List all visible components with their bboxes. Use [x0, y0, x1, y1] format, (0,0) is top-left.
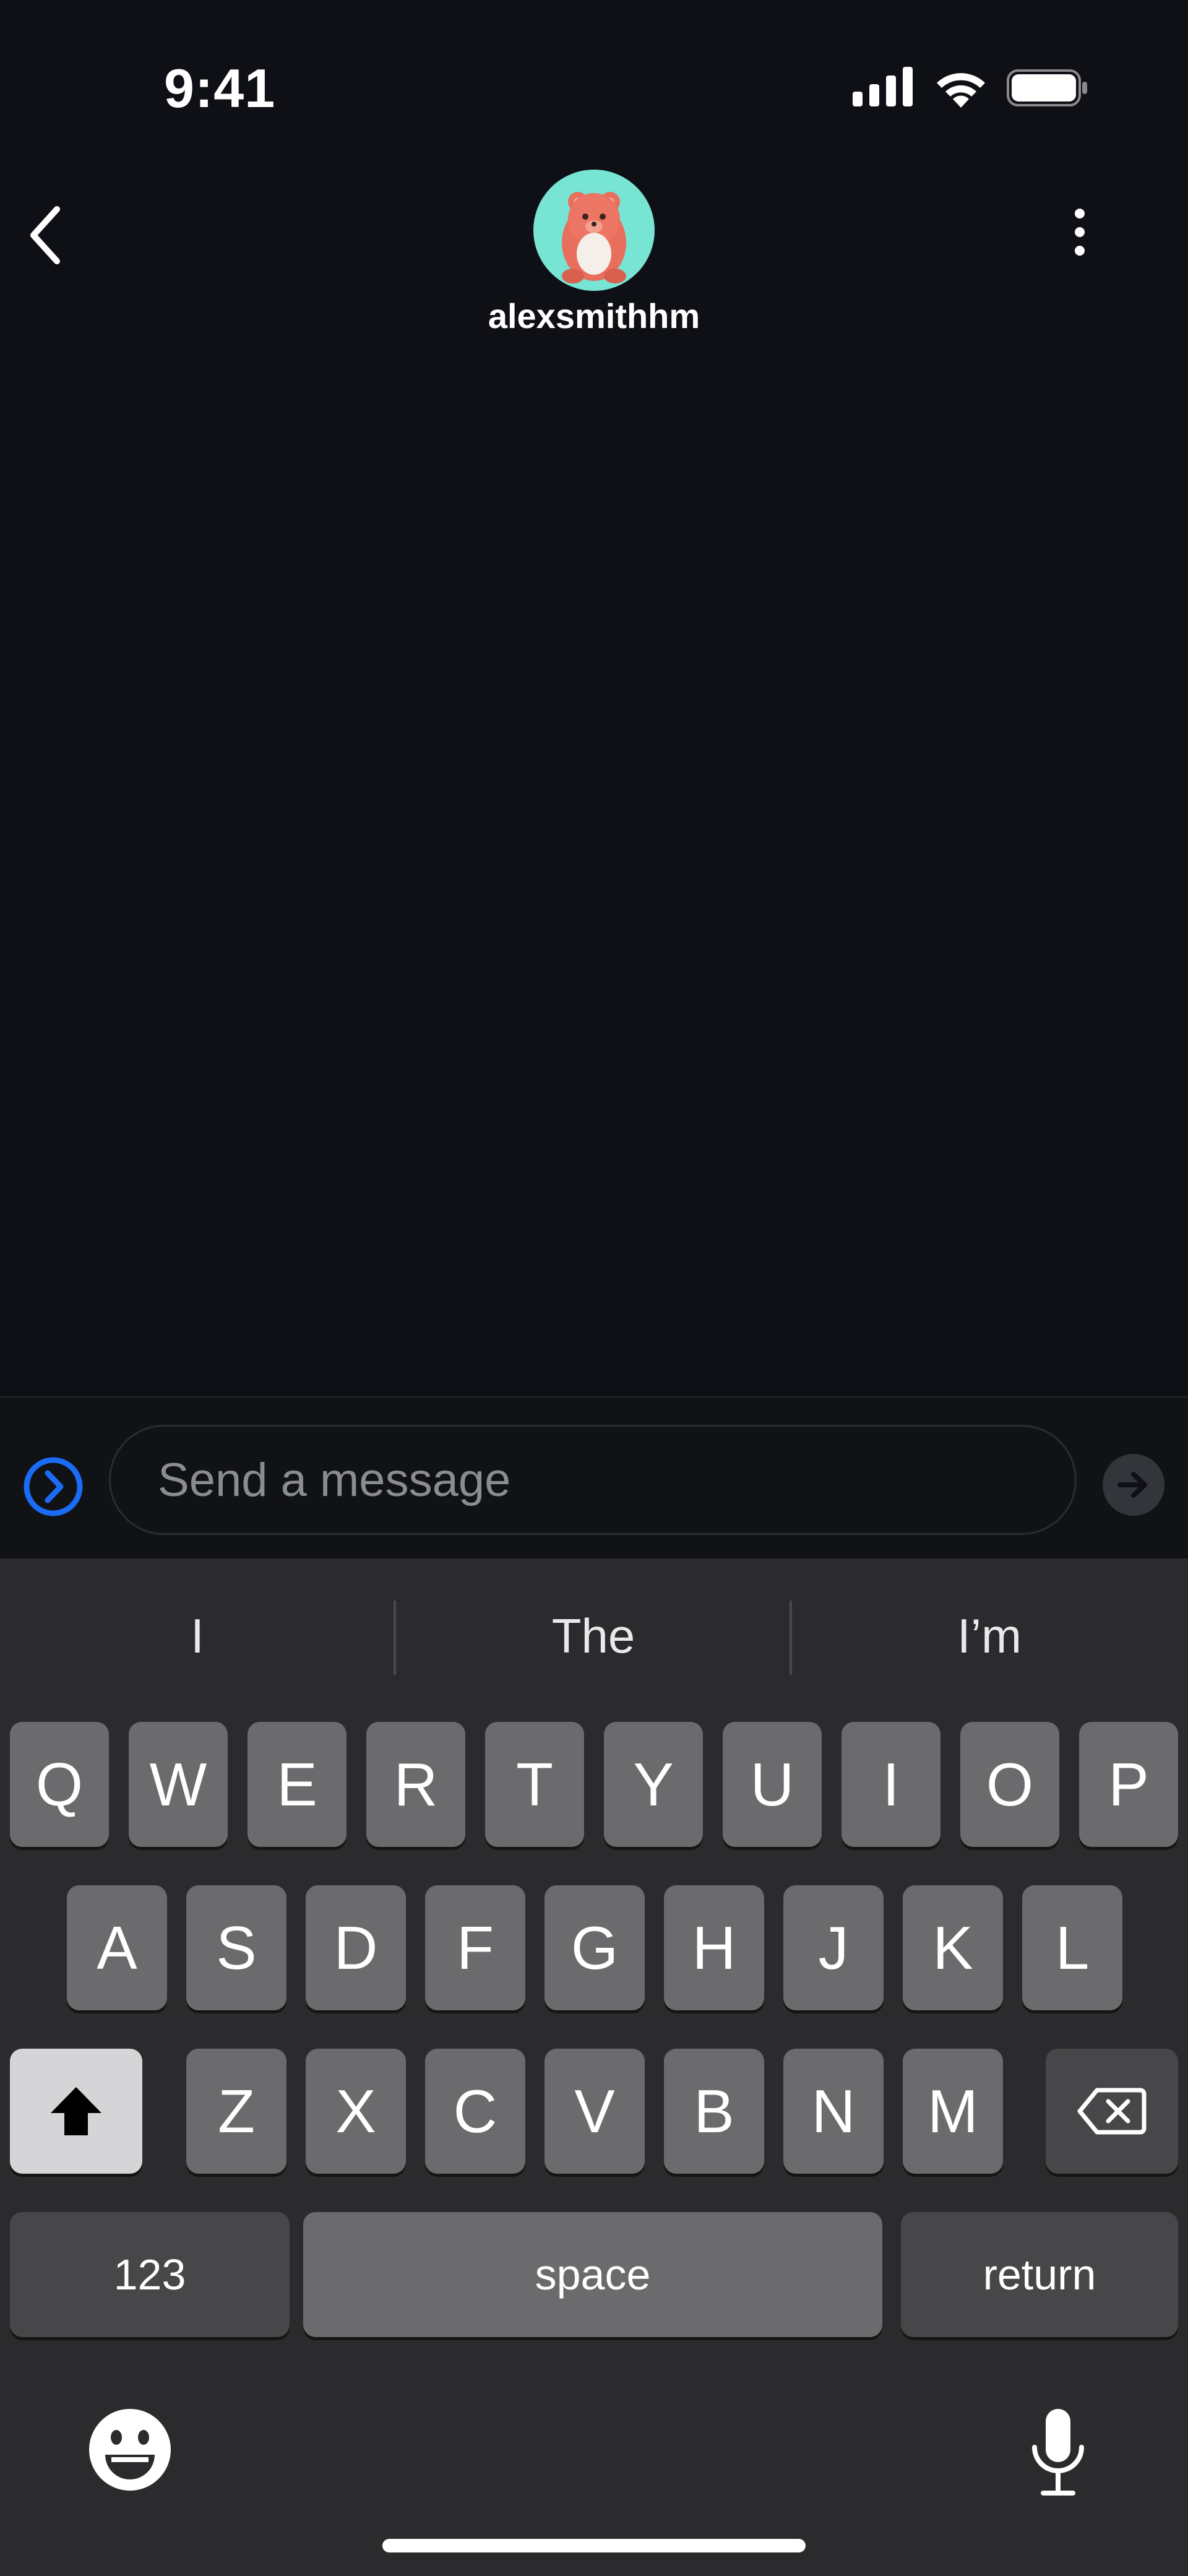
back-button[interactable]	[19, 192, 74, 279]
suggestion-3[interactable]: I’m	[792, 1558, 1187, 1713]
key-m[interactable]: M	[903, 2049, 1003, 2174]
keyboard: I The I’m Q W E R T Y U I O P A S D F G …	[0, 1558, 1188, 2576]
key-p[interactable]: P	[1079, 1722, 1178, 1847]
key-i[interactable]: I	[842, 1722, 940, 1847]
key-y[interactable]: Y	[604, 1722, 703, 1847]
key-q[interactable]: Q	[10, 1722, 109, 1847]
more-vertical-icon	[1075, 209, 1085, 256]
space-key[interactable]: space	[303, 2212, 882, 2337]
backspace-icon	[1077, 2088, 1147, 2135]
key-e[interactable]: E	[248, 1722, 346, 1847]
message-composer	[0, 1396, 1188, 1560]
status-time: 9:41	[164, 58, 276, 119]
emoji-button[interactable]	[80, 2400, 179, 2499]
key-a[interactable]: A	[67, 1885, 167, 2010]
predictive-bar: I The I’m	[0, 1558, 1188, 1713]
wifi-icon	[937, 73, 985, 108]
bear-avatar	[562, 192, 626, 283]
suggestion-2[interactable]: The	[396, 1558, 791, 1713]
key-t[interactable]: T	[485, 1722, 584, 1847]
suggestion-1[interactable]: I	[0, 1558, 395, 1713]
key-h[interactable]: H	[664, 1885, 764, 2010]
key-c[interactable]: C	[425, 2049, 525, 2174]
key-b[interactable]: B	[664, 2049, 764, 2174]
backspace-key[interactable]	[1046, 2049, 1178, 2174]
battery-icon	[1007, 69, 1087, 106]
cellular-signal-icon	[853, 67, 913, 106]
home-indicator	[382, 2539, 806, 2552]
chevron-left-icon	[30, 206, 60, 264]
key-u[interactable]: U	[723, 1722, 822, 1847]
key-k[interactable]: K	[903, 1885, 1003, 2010]
message-input[interactable]	[109, 1425, 1077, 1535]
return-key[interactable]: return	[901, 2212, 1178, 2337]
chevron-right-circle-icon[interactable]	[22, 1456, 84, 1518]
key-v[interactable]: V	[544, 2049, 645, 2174]
key-n[interactable]: N	[783, 2049, 884, 2174]
avatar[interactable]	[533, 170, 655, 291]
send-button[interactable]	[1103, 1454, 1164, 1516]
arrow-right-icon	[1117, 1472, 1147, 1498]
chat-username[interactable]: alexsmithhm	[0, 296, 1188, 336]
shift-icon	[51, 2087, 101, 2135]
key-s[interactable]: S	[186, 1885, 286, 2010]
key-l[interactable]: L	[1022, 1885, 1122, 2010]
key-f[interactable]: F	[425, 1885, 525, 2010]
shift-key[interactable]	[10, 2049, 142, 2174]
key-r[interactable]: R	[366, 1722, 465, 1847]
chat-header: alexsmithhm	[0, 142, 1188, 353]
key-w[interactable]: W	[129, 1722, 228, 1847]
emoji-icon	[89, 2409, 171, 2491]
more-options-button[interactable]	[1058, 198, 1101, 266]
key-j[interactable]: J	[783, 1885, 884, 2010]
key-z[interactable]: Z	[186, 2049, 286, 2174]
status-bar: 9:41	[0, 0, 1188, 142]
message-list[interactable]	[0, 353, 1188, 1396]
key-x[interactable]: X	[306, 2049, 406, 2174]
numbers-key[interactable]: 123	[10, 2212, 290, 2337]
key-g[interactable]: G	[544, 1885, 645, 2010]
key-d[interactable]: D	[306, 1885, 406, 2010]
microphone-icon	[1032, 2409, 1084, 2496]
microphone-button[interactable]	[1015, 2397, 1101, 2509]
key-o[interactable]: O	[960, 1722, 1059, 1847]
